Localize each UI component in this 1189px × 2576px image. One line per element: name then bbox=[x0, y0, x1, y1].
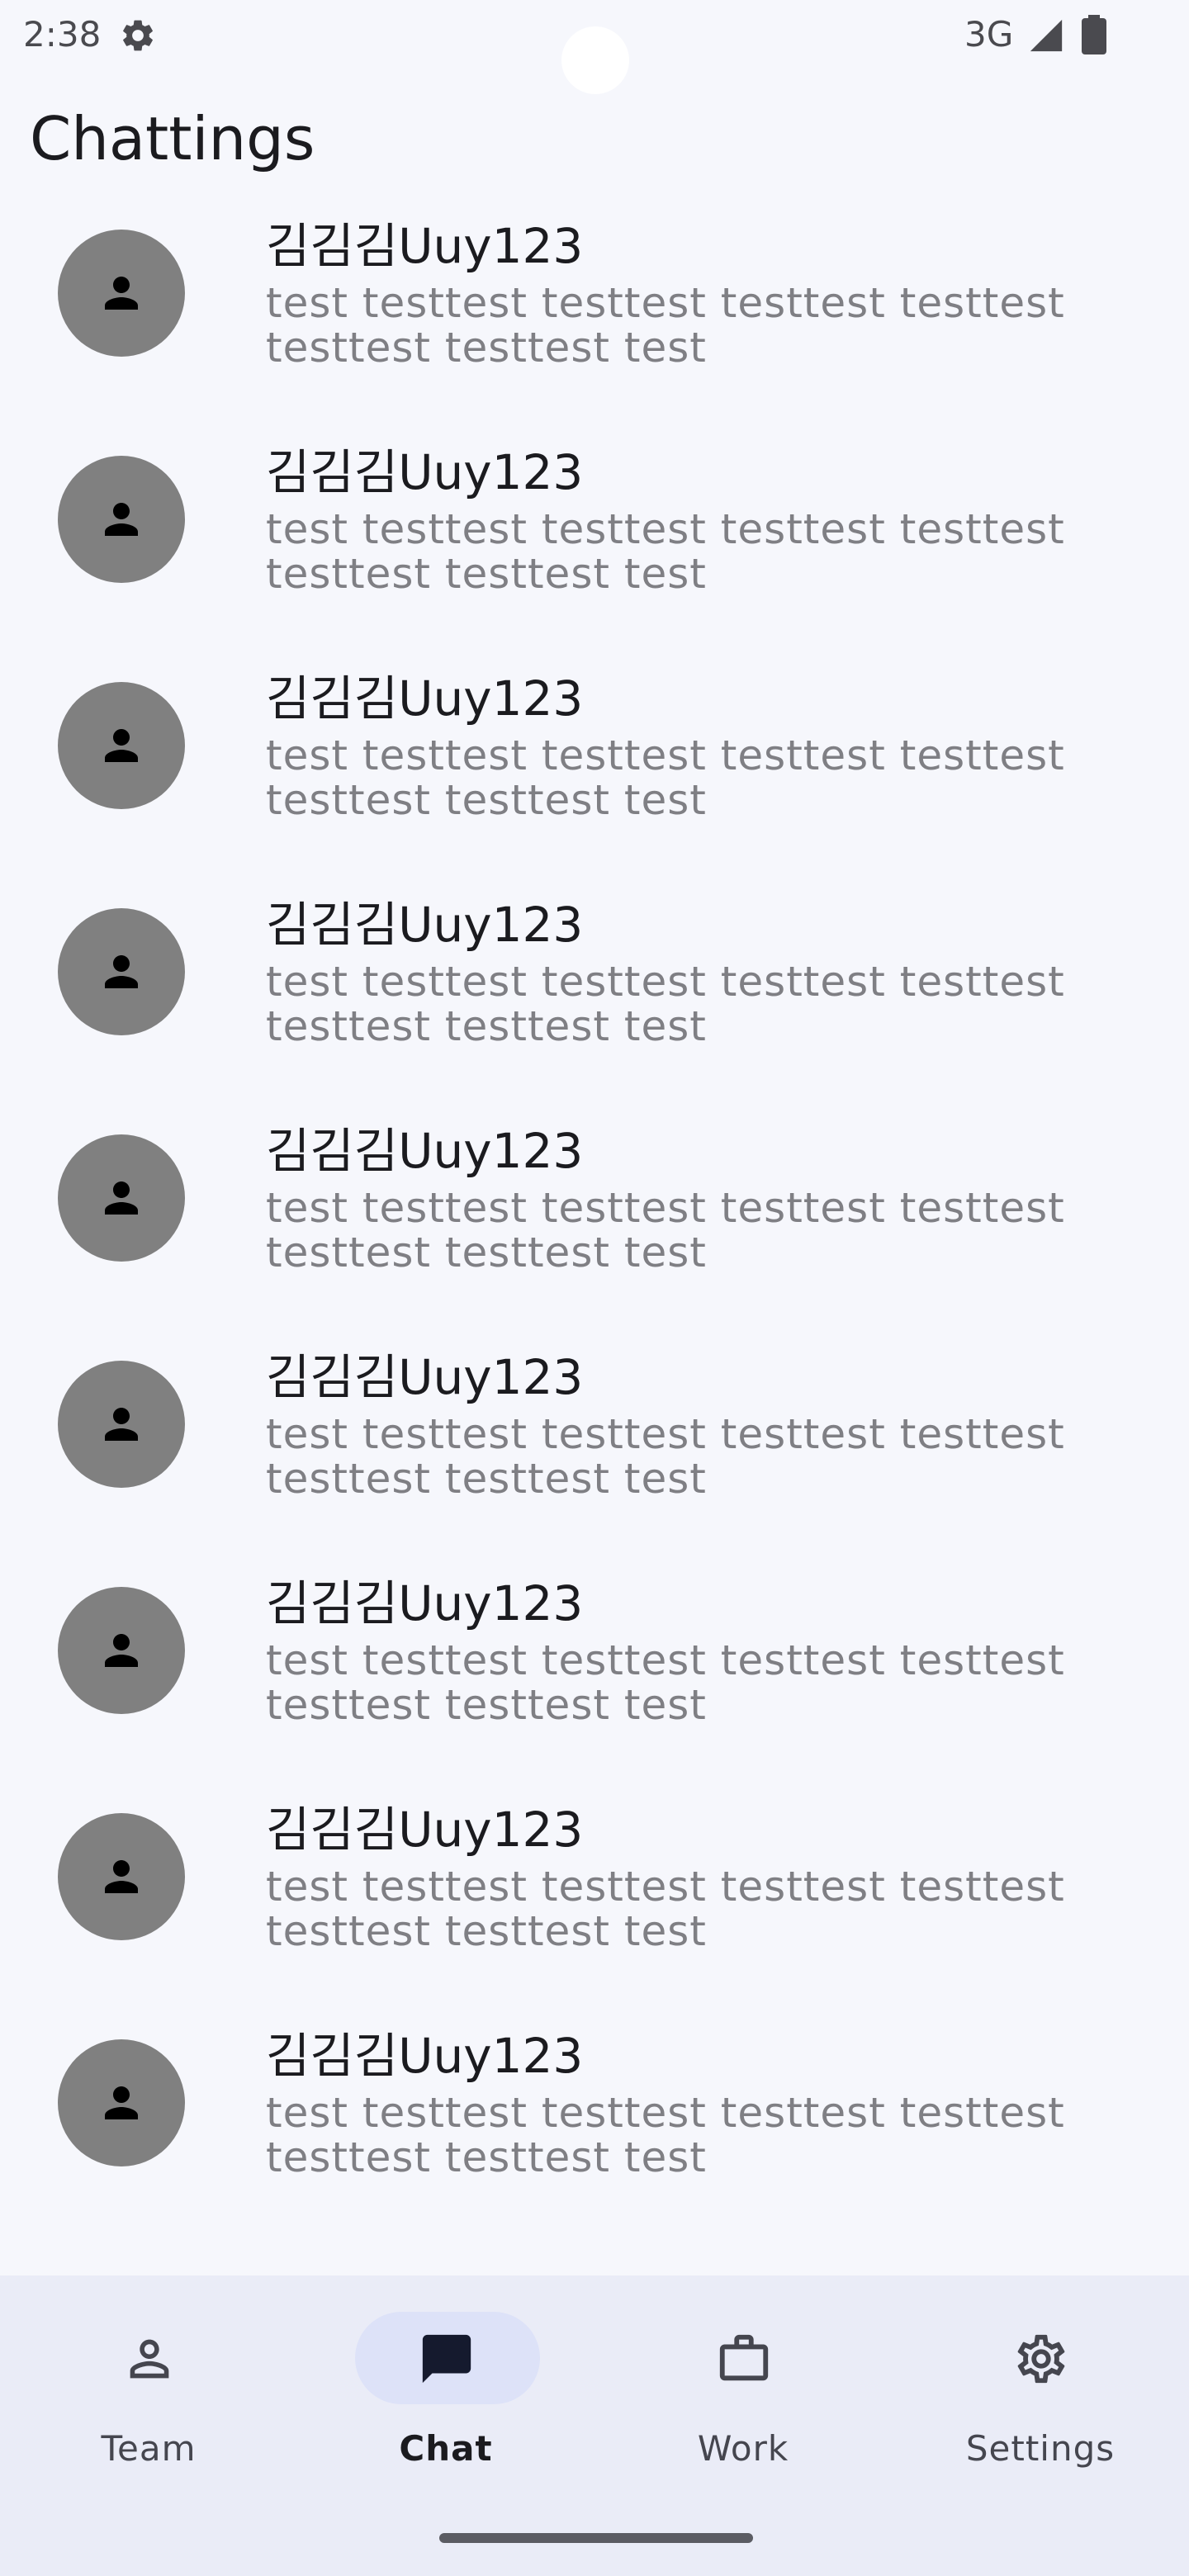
chat-name: 김김김Uuy123 bbox=[266, 1802, 584, 1858]
network-type: 3G bbox=[964, 14, 1014, 54]
bottom-navigation: Team Chat Work Settings bbox=[0, 2275, 1189, 2576]
page-title: Chattings bbox=[30, 104, 315, 173]
chat-list-item[interactable]: 김김김Uuy123 test testtest testtest testtest… bbox=[0, 667, 1189, 893]
avatar bbox=[58, 1587, 185, 1714]
chat-name: 김김김Uuy123 bbox=[266, 897, 584, 953]
avatar bbox=[58, 1813, 185, 1940]
chat-name: 김김김Uuy123 bbox=[266, 2028, 584, 2084]
person-icon bbox=[105, 729, 138, 762]
chat-preview: test testtest testtest testtest testtest… bbox=[266, 1410, 1065, 1503]
chat-preview: test testtest testtest testtest testtest… bbox=[266, 2089, 1065, 2181]
avatar bbox=[58, 1361, 185, 1488]
chat-bubble-icon bbox=[422, 2334, 471, 2384]
nav-label-team: Team bbox=[101, 2428, 197, 2469]
chat-preview: test testtest testtest testtest testtest… bbox=[266, 1184, 1065, 1276]
chat-name: 김김김Uuy123 bbox=[266, 670, 584, 727]
chat-name: 김김김Uuy123 bbox=[266, 218, 584, 274]
chat-list-item[interactable]: 김김김Uuy123 test testtest testtest testtest… bbox=[0, 2024, 1189, 2251]
camera-cutout bbox=[561, 26, 629, 94]
nav-item-chat[interactable]: Chat bbox=[297, 2312, 594, 2477]
status-bar: 2:38 3G bbox=[0, 0, 1189, 94]
chat-list-item[interactable]: 김김김Uuy123 test testtest testtest testtest… bbox=[0, 893, 1189, 1120]
chat-list-item[interactable]: 김김김Uuy123 test testtest testtest testtest… bbox=[0, 441, 1189, 667]
chat-list-item[interactable]: 김김김Uuy123 test testtest testtest testtest… bbox=[0, 1798, 1189, 2024]
chat-name: 김김김Uuy123 bbox=[266, 1123, 584, 1179]
avatar bbox=[58, 1134, 185, 1262]
chat-screen: 2:38 3G Chattings 김김김Uuy123 test testtest… bbox=[0, 0, 1189, 2576]
chat-list-item[interactable]: 김김김Uuy123 test testtest testtest testtest… bbox=[0, 1120, 1189, 1346]
avatar bbox=[58, 2039, 185, 2166]
nav-item-team[interactable]: Team bbox=[0, 2312, 297, 2477]
nav-label-chat: Chat bbox=[399, 2428, 493, 2469]
chat-preview: test testtest testtest testtest testtest… bbox=[266, 958, 1065, 1050]
chat-preview: test testtest testtest testtest testtest… bbox=[266, 505, 1065, 598]
chat-preview: test testtest testtest testtest testtest… bbox=[266, 1636, 1065, 1729]
person-icon bbox=[105, 277, 138, 310]
nav-label-settings: Settings bbox=[965, 2428, 1116, 2469]
avatar bbox=[58, 682, 185, 809]
status-time: 2:38 bbox=[23, 14, 102, 54]
battery-icon bbox=[1082, 15, 1106, 54]
person-icon bbox=[105, 1408, 138, 1441]
chat-name: 김김김Uuy123 bbox=[266, 1575, 584, 1631]
chat-preview: test testtest testtest testtest testtest… bbox=[266, 1863, 1065, 1955]
person-icon bbox=[105, 1860, 138, 1893]
person-icon bbox=[105, 1181, 138, 1215]
avatar bbox=[58, 908, 185, 1035]
gear-icon bbox=[1017, 2334, 1065, 2384]
chat-preview: test testtest testtest testtest testtest… bbox=[266, 732, 1065, 824]
chat-name: 김김김Uuy123 bbox=[266, 444, 584, 500]
person-outline-icon bbox=[130, 2339, 169, 2379]
gear-icon bbox=[123, 20, 153, 51]
person-icon bbox=[105, 1634, 138, 1667]
nav-item-settings[interactable]: Settings bbox=[892, 2312, 1189, 2477]
briefcase-icon bbox=[719, 2334, 769, 2381]
person-icon bbox=[105, 503, 138, 536]
chat-list: 김김김Uuy123 test testtest testtest testtest… bbox=[0, 215, 1189, 2251]
person-icon bbox=[105, 955, 138, 988]
chat-name: 김김김Uuy123 bbox=[266, 1349, 584, 1405]
chat-list-item[interactable]: 김김김Uuy123 test testtest testtest testtest… bbox=[0, 1572, 1189, 1798]
avatar bbox=[58, 230, 185, 357]
chat-list-item[interactable]: 김김김Uuy123 test testtest testtest testtest… bbox=[0, 1346, 1189, 1572]
person-icon bbox=[105, 2086, 138, 2119]
home-indicator[interactable] bbox=[439, 2533, 753, 2543]
avatar bbox=[58, 456, 185, 583]
nav-label-work: Work bbox=[697, 2428, 789, 2469]
nav-item-work[interactable]: Work bbox=[594, 2312, 892, 2477]
chat-list-item[interactable]: 김김김Uuy123 test testtest testtest testtest… bbox=[0, 215, 1189, 441]
signal-icon bbox=[1030, 19, 1063, 52]
chat-preview: test testtest testtest testtest testtest… bbox=[266, 279, 1065, 372]
